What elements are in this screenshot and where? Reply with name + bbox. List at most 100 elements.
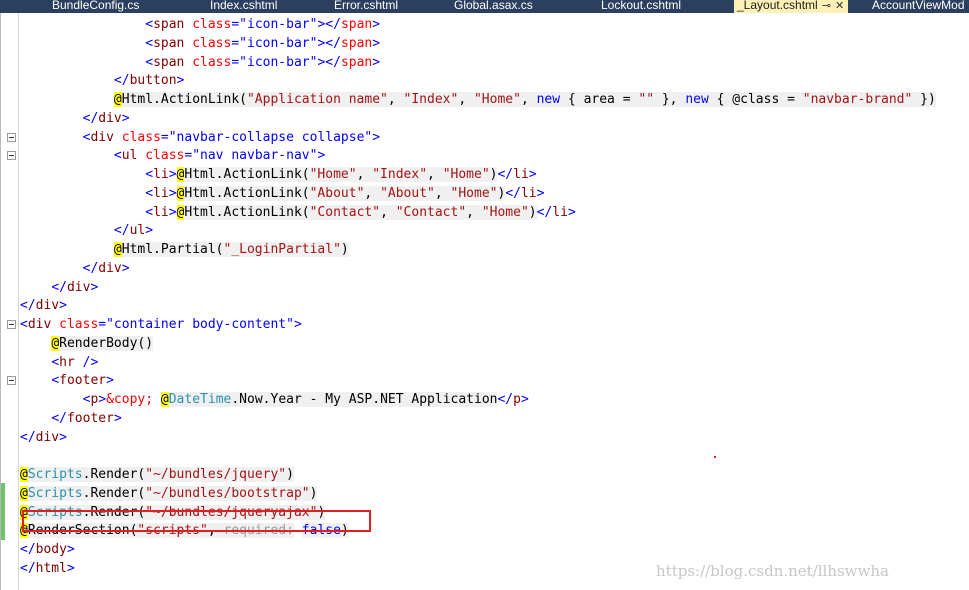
code-token: > xyxy=(98,392,107,407)
tab-error-cshtml[interactable]: Error.cshtml xyxy=(334,0,398,13)
code-token: > xyxy=(66,560,75,576)
code-token: </ xyxy=(20,429,36,445)
change-indicator xyxy=(1,483,5,540)
code-token: class xyxy=(145,148,185,164)
code-line: <div class="container body-content"> xyxy=(20,315,302,334)
code-token: "nav navbar-nav" xyxy=(192,148,318,164)
code-token: footer xyxy=(66,410,114,426)
code-line: <li>@Html.ActionLink("About", "About", "… xyxy=(20,184,544,203)
code-token: < xyxy=(20,317,28,332)
code-token: span xyxy=(340,54,373,70)
code-line: <hr /> xyxy=(20,353,98,372)
tab-label: Lockout.cshtml xyxy=(601,0,682,12)
code-token: < xyxy=(51,373,60,389)
tab-layout-cshtml[interactable]: _Layout.cshtml ⊸ ✕ xyxy=(734,0,849,13)
code-line: </ul> xyxy=(20,221,153,240)
pin-icon[interactable]: ⊸ xyxy=(822,0,831,12)
code-token: span xyxy=(153,17,185,32)
code-token: "container body-content" xyxy=(106,317,294,332)
tab-index-cshtml[interactable]: Index.cshtml xyxy=(210,0,277,13)
code-token: > xyxy=(168,167,177,182)
code-token: div xyxy=(35,429,60,445)
code-token: ) xyxy=(528,204,537,220)
code-line: </div> xyxy=(20,296,67,315)
fold-toggle-icon[interactable] xyxy=(7,320,16,329)
code-token: @ xyxy=(20,467,28,482)
code-line: <footer> xyxy=(20,371,114,390)
tab-bundleconfig-cs[interactable]: BundleConfig.cs xyxy=(52,0,139,13)
tab-accountviewmod[interactable]: AccountViewMod xyxy=(872,0,965,13)
code-token: </ xyxy=(20,298,36,314)
code-token: li xyxy=(513,167,529,182)
code-token: span xyxy=(340,35,373,51)
code-token: li xyxy=(552,204,568,220)
fold-toggle-icon[interactable] xyxy=(7,151,16,160)
code-token: > xyxy=(66,542,75,557)
code-token: @ xyxy=(113,92,122,107)
code-token: ></ xyxy=(317,35,341,51)
code-token: </ xyxy=(505,185,521,201)
code-token: > xyxy=(168,204,177,220)
code-token: </ xyxy=(82,260,99,276)
code-token: < xyxy=(145,185,154,201)
code-token: div xyxy=(90,129,114,145)
code-token: ) xyxy=(309,485,318,501)
code-token: "" xyxy=(638,92,655,107)
code-token: ul xyxy=(129,223,146,239)
code-token: > xyxy=(372,129,381,145)
code-token: , xyxy=(466,204,482,220)
code-token: .Render( xyxy=(82,467,146,482)
code-token: class xyxy=(192,17,232,32)
tab-lockout-cshtml[interactable]: Lockout.cshtml xyxy=(601,0,681,13)
code-token: "icon-bar" xyxy=(239,35,318,51)
code-token: p xyxy=(513,392,521,407)
code-line: <span class="icon-bar"></span> xyxy=(20,34,380,53)
code-token: div xyxy=(35,298,60,314)
code-line: <span class="icon-bar"></span> xyxy=(20,15,380,34)
code-token: "Index" xyxy=(403,92,459,107)
code-token: "Contact" xyxy=(309,204,381,220)
code-token: /> xyxy=(74,354,99,370)
code-line: <div class="navbar-collapse collapse"> xyxy=(20,128,380,147)
fold-toggle-icon[interactable] xyxy=(7,376,16,385)
fold-toggle-icon[interactable] xyxy=(7,133,16,142)
code-line: <li>@Html.ActionLink("Contact", "Contact… xyxy=(20,203,576,222)
code-line: </div> xyxy=(20,109,130,128)
code-token: body xyxy=(35,542,67,557)
code-line: <ul class="nav navbar-nav"> xyxy=(20,146,325,165)
code-editor[interactable]: <span class="icon-bar"></span> <span cla… xyxy=(0,13,969,590)
code-token: "navbar-brand" xyxy=(802,92,913,107)
code-token: </ xyxy=(497,392,514,407)
code-token: </ xyxy=(51,279,67,295)
code-token: }, xyxy=(654,92,686,107)
code-token: "_LoginPartial" xyxy=(223,242,341,257)
code-token: &copy; xyxy=(106,392,154,407)
code-token: li xyxy=(153,167,169,182)
code-token: ) xyxy=(340,242,349,257)
code-token: div xyxy=(66,279,91,295)
code-token: span xyxy=(153,54,185,70)
code-token: , xyxy=(380,204,396,220)
code-token: , xyxy=(356,167,373,182)
code-token: button xyxy=(129,73,177,89)
code-token: < xyxy=(113,148,122,164)
tab-global-asax-cs[interactable]: Global.asax.cs xyxy=(454,0,533,13)
close-icon[interactable]: ✕ xyxy=(835,0,844,12)
code-token: < xyxy=(145,204,154,220)
code-token: , xyxy=(520,92,537,107)
code-token: @ xyxy=(20,485,28,501)
code-line: </footer> xyxy=(20,409,121,428)
code-token: </ xyxy=(113,223,130,239)
code-token: = xyxy=(98,317,107,332)
